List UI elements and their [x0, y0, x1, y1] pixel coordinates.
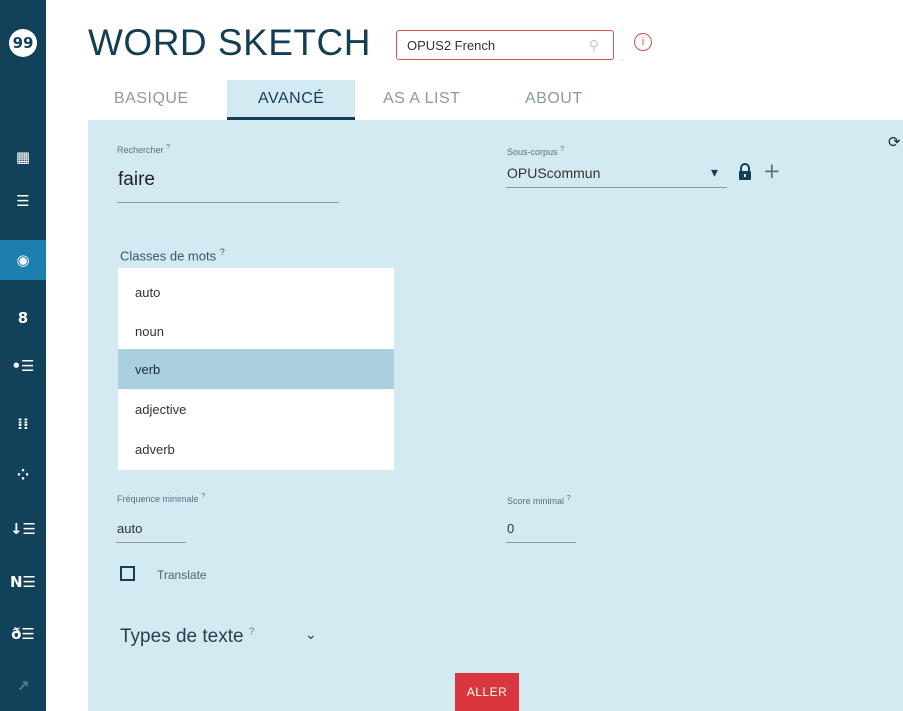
- list-item[interactable]: auto: [118, 272, 394, 312]
- sketch-diff-icon[interactable]: 8: [0, 298, 46, 338]
- chevron-down-icon[interactable]: ⌄: [305, 627, 317, 643]
- min-score-label: Score minimal ?: [507, 493, 571, 506]
- list-item[interactable]: noun: [118, 311, 394, 351]
- lock-icon[interactable]: [738, 163, 752, 181]
- min-score-input[interactable]: 0: [507, 521, 514, 536]
- word-sketch-icon[interactable]: ◉: [0, 240, 46, 280]
- word-classes-label: Classes de mots ?: [120, 247, 225, 264]
- search-input-underline: [117, 202, 339, 203]
- subcorpus-label: Sous-corpus ?: [507, 144, 565, 157]
- word-classes-listbox[interactable]: auto noun verb adjective adverb: [118, 268, 394, 470]
- bullet-list-icon[interactable]: •☰: [0, 346, 46, 386]
- add-subcorpus-button[interactable]: +: [763, 159, 781, 183]
- min-freq-input[interactable]: auto: [117, 521, 142, 536]
- info-icon[interactable]: i: [634, 33, 652, 51]
- page-title: WORD SKETCH: [88, 22, 371, 63]
- subcorpus-underline: [506, 187, 727, 188]
- dashboard-icon[interactable]: ▦: [0, 137, 46, 177]
- search-icon: ⚲: [588, 37, 599, 53]
- list-icon[interactable]: ☰: [0, 181, 46, 221]
- sidebar: 99 ▦ ☰ ◉ 8 •☰ ⁞⁞ ⁘ ↓☰ N☰ ð☰ ↗: [0, 0, 46, 711]
- grid-icon[interactable]: ⁘: [0, 455, 46, 495]
- search-input[interactable]: faire: [118, 169, 155, 191]
- translate-label: Translate: [157, 568, 207, 582]
- translate-checkbox[interactable]: [120, 566, 135, 581]
- logo-icon: 99: [9, 29, 37, 57]
- list-item[interactable]: adjective: [118, 389, 394, 429]
- min-freq-underline: [116, 542, 186, 543]
- subcorpus-select[interactable]: OPUScommun: [507, 165, 600, 181]
- sort-list-icon[interactable]: ↓☰: [0, 509, 46, 549]
- tab-avance[interactable]: AVANCÉ: [258, 90, 324, 120]
- tab-about[interactable]: ABOUT: [525, 90, 583, 120]
- min-freq-label: Fréquence minimale ?: [117, 491, 206, 504]
- tab-as-a-list[interactable]: AS A LIST: [383, 90, 460, 120]
- search-label: Rechercher ?: [117, 142, 171, 155]
- concordance-icon[interactable]: ⁞⁞: [0, 404, 46, 444]
- min-score-underline: [506, 542, 576, 543]
- text-types-toggle[interactable]: Types de texte ?: [120, 626, 254, 648]
- list-item-selected[interactable]: verb: [118, 349, 394, 389]
- tab-basique[interactable]: BASIQUE: [114, 90, 189, 120]
- logo[interactable]: 99: [0, 0, 46, 86]
- corpus-selector[interactable]: OPUS2 French ⚲: [396, 30, 614, 60]
- submit-button[interactable]: ALLER: [455, 673, 519, 711]
- corpus-name: OPUS2 French: [407, 37, 496, 53]
- chevron-down-icon[interactable]: ▾: [711, 164, 718, 181]
- trends-icon[interactable]: ↗: [0, 666, 46, 706]
- list-item[interactable]: adverb: [118, 429, 394, 469]
- reset-icon[interactable]: ⟳: [888, 133, 901, 151]
- ngram-icon[interactable]: N☰: [0, 562, 46, 602]
- keywords-icon[interactable]: ð☰: [0, 614, 46, 654]
